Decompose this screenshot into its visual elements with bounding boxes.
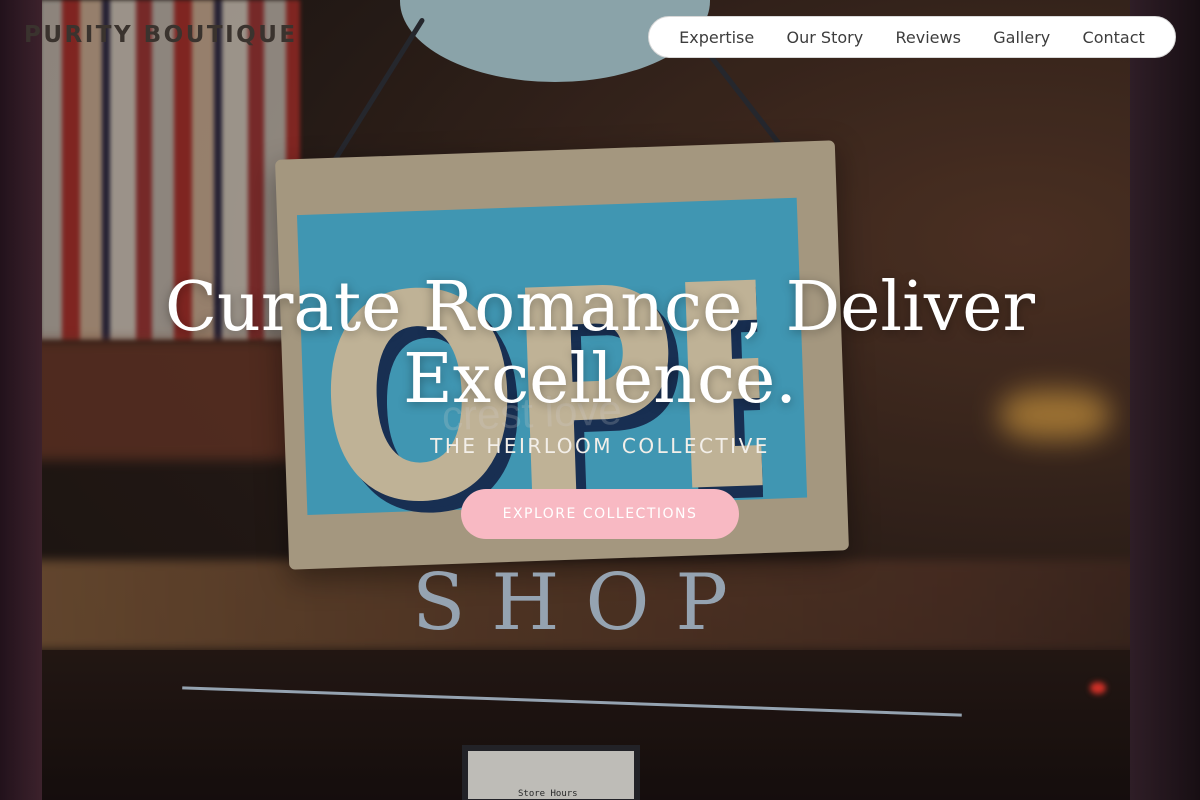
nav-link-contact[interactable]: Contact: [1083, 28, 1145, 47]
nav-link-expertise[interactable]: Expertise: [679, 28, 754, 47]
nav-link-reviews[interactable]: Reviews: [896, 28, 961, 47]
hero-headline: Curate Romance, Deliver Excellence.: [165, 268, 1035, 419]
main-nav: Expertise Our Story Reviews Gallery Cont…: [648, 16, 1176, 58]
nav-link-gallery[interactable]: Gallery: [993, 28, 1050, 47]
hero-subtitle: THE HEIRLOOM COLLECTIVE: [430, 434, 770, 458]
nav-link-our-story[interactable]: Our Story: [787, 28, 864, 47]
brand-logo[interactable]: PURITY BOUTIQUE: [24, 22, 298, 48]
explore-collections-button[interactable]: EXPLORE COLLECTIONS: [461, 489, 739, 539]
